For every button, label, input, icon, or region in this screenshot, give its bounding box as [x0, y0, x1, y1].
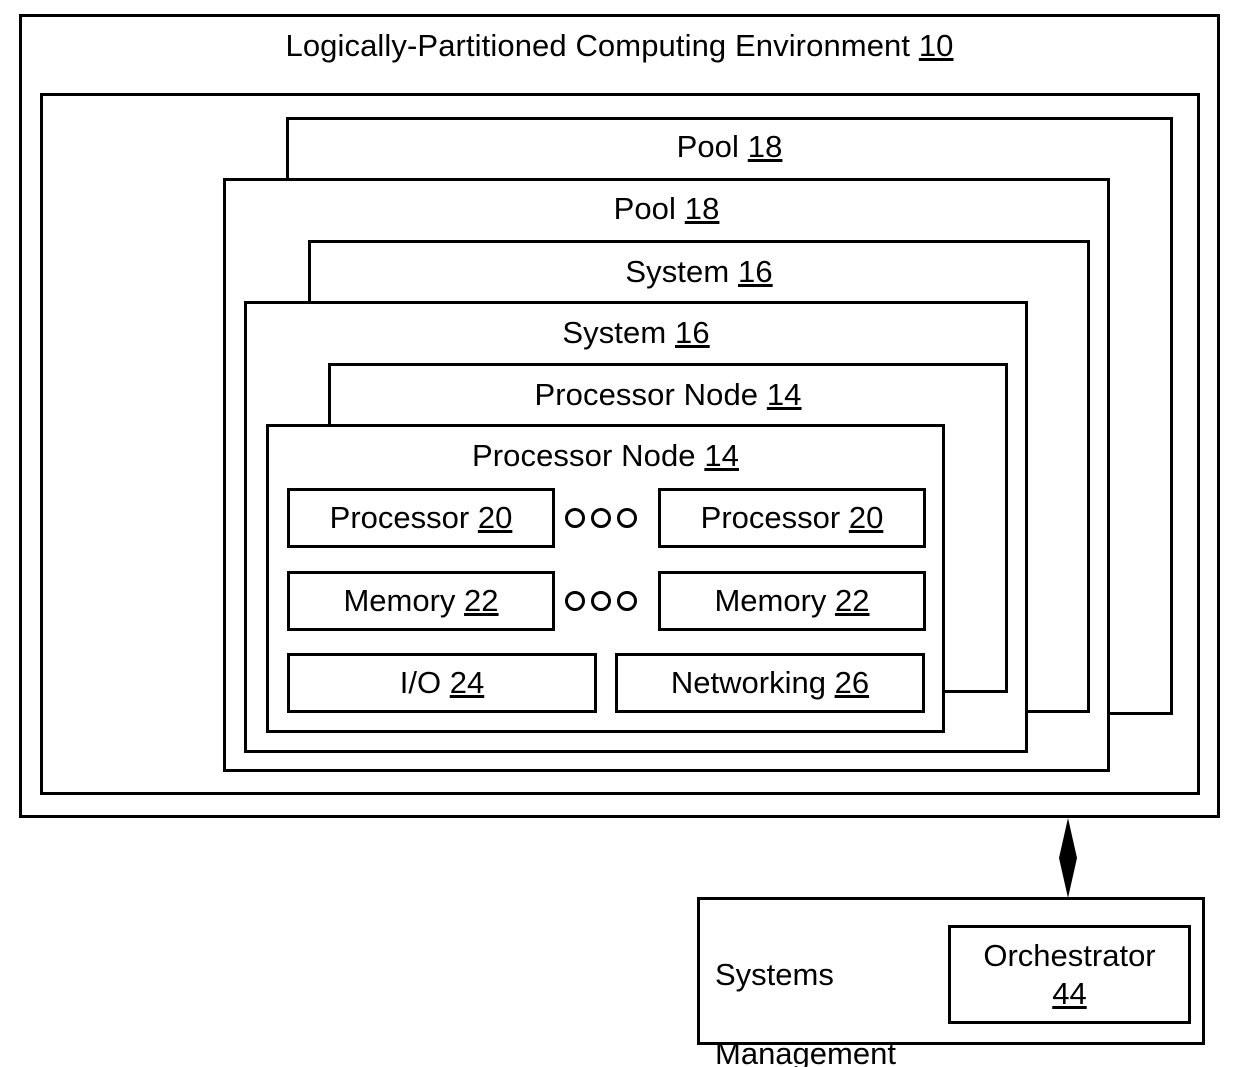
pool-inner-title: Pool 18: [223, 193, 1110, 224]
processor-right-ref: 20: [848, 500, 884, 535]
page-title-label: Logically-Partitioned Computing Environm…: [285, 28, 911, 63]
system-inner-ref: 16: [675, 315, 710, 350]
processor-row-ellipsis-icon: [565, 508, 637, 528]
memory-left-box[interactable]: Memory 22: [287, 571, 555, 631]
system-outer-title: System 16: [308, 256, 1090, 287]
appliance-label-line2: Management: [715, 1036, 896, 1067]
io-box[interactable]: I/O 24: [287, 653, 597, 713]
processor-node-inner-label: Processor Node: [471, 438, 696, 473]
ellipsis-dot-icon: [591, 591, 611, 611]
ellipsis-dot-icon: [617, 591, 637, 611]
networking-box[interactable]: Networking 26: [615, 653, 925, 713]
ellipsis-dot-icon: [565, 508, 585, 528]
processor-left-label: Processor: [329, 500, 470, 535]
ellipsis-dot-icon: [617, 508, 637, 528]
io-label: I/O: [399, 665, 442, 700]
io-ref: 24: [449, 665, 485, 700]
pool-outer-ref: 18: [747, 129, 783, 164]
appliance-label: Systems Management Appliance 46: [715, 915, 945, 1067]
system-inner-title: System 16: [244, 317, 1028, 348]
processor-right-box[interactable]: Processor 20: [658, 488, 926, 548]
ellipsis-dot-icon: [591, 508, 611, 528]
orchestrator-box[interactable]: Orchestrator 44: [948, 925, 1191, 1024]
processor-node-outer-ref: 14: [766, 377, 802, 412]
processor-node-inner-ref: 14: [704, 438, 740, 473]
appliance-label-line1: Systems: [715, 956, 834, 992]
memory-row-ellipsis-icon: [565, 591, 637, 611]
processor-left-ref: 20: [477, 500, 513, 535]
figure-canvas: Logically-Partitioned Computing Environm…: [0, 0, 1240, 1067]
system-outer-ref: 16: [738, 254, 773, 289]
orchestrator-ref: 44: [1052, 975, 1087, 1011]
processor-node-outer-label: Processor Node: [534, 377, 759, 412]
orchestrator-label: Orchestrator: [983, 938, 1156, 974]
bidirectional-arrow-icon: [1048, 818, 1088, 898]
memory-right-label: Memory: [714, 583, 827, 618]
networking-label: Networking: [670, 665, 826, 700]
pool-outer-title: Pool 18: [286, 131, 1173, 162]
processor-left-box[interactable]: Processor 20: [287, 488, 555, 548]
memory-left-ref: 22: [464, 583, 499, 618]
memory-right-box[interactable]: Memory 22: [658, 571, 926, 631]
ellipsis-dot-icon: [565, 591, 585, 611]
memory-left-label: Memory: [343, 583, 456, 618]
pool-inner-label: Pool: [613, 191, 677, 226]
processor-right-label: Processor: [700, 500, 841, 535]
pool-inner-ref: 18: [684, 191, 720, 226]
processor-node-inner-title: Processor Node 14: [266, 440, 945, 471]
networking-ref: 26: [834, 665, 870, 700]
system-outer-label: System: [625, 254, 730, 289]
page-title-ref: 10: [918, 28, 954, 63]
memory-right-ref: 22: [835, 583, 870, 618]
system-inner-label: System: [562, 315, 667, 350]
processor-node-outer-title: Processor Node 14: [328, 379, 1008, 410]
pool-outer-label: Pool: [676, 129, 740, 164]
page-title: Logically-Partitioned Computing Environm…: [19, 30, 1220, 61]
